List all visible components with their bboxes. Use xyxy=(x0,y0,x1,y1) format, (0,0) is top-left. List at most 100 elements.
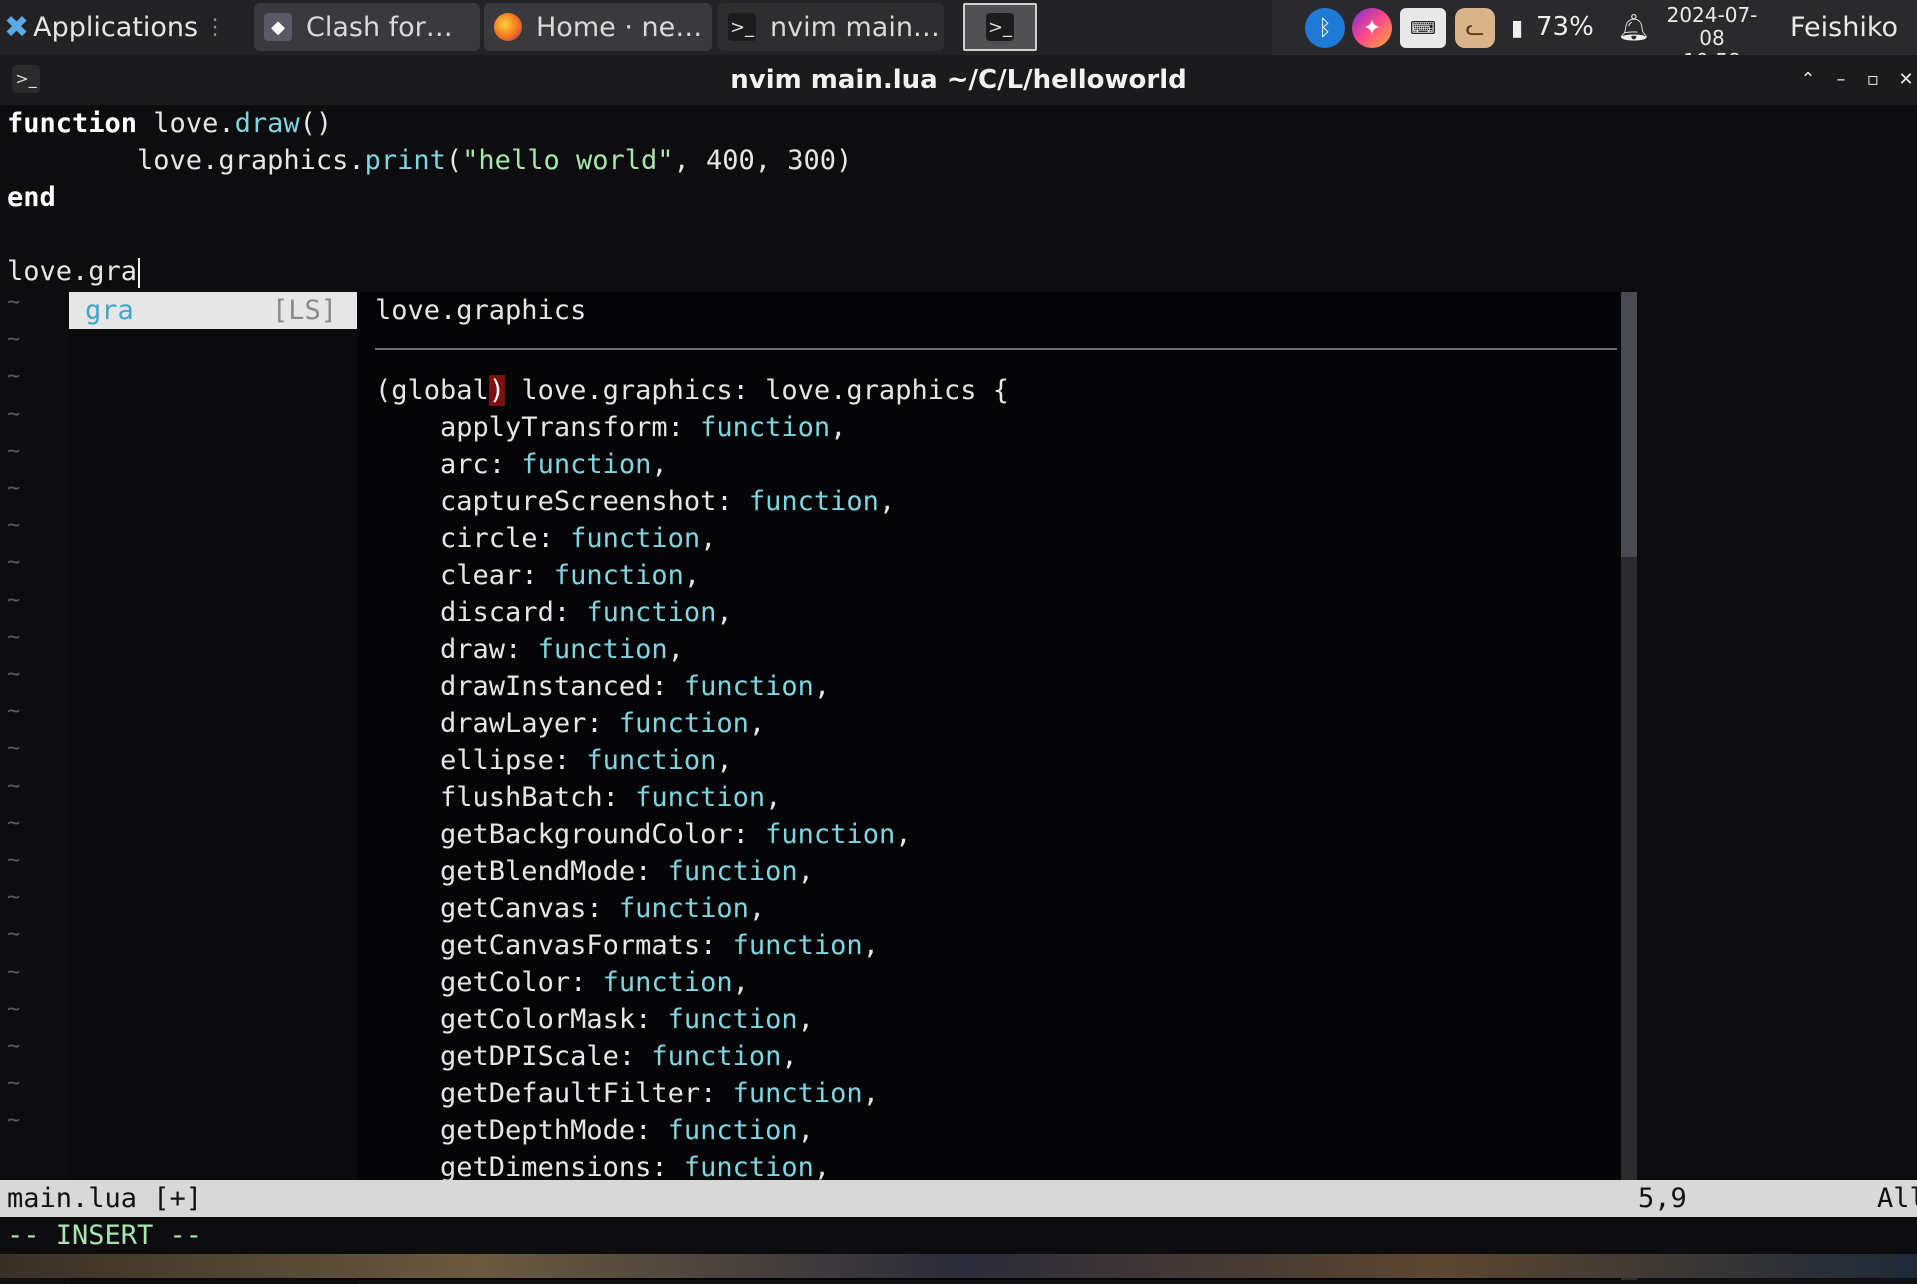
field-comma: , xyxy=(765,782,782,813)
doc-field-line: circle: function, xyxy=(375,520,1615,557)
command-line[interactable]: -- INSERT -- xyxy=(0,1217,1917,1254)
function-name: draw xyxy=(234,108,300,139)
tilde-marker: ~ xyxy=(7,736,21,762)
tilde-marker: ~ xyxy=(7,476,21,501)
keyword: end xyxy=(7,182,56,213)
field-colon: : xyxy=(553,597,587,628)
matched-paren: ) xyxy=(488,375,506,406)
field-colon: : xyxy=(618,1041,652,1072)
field-comma: , xyxy=(862,930,879,961)
maximize-button[interactable]: ▫ xyxy=(1860,67,1886,93)
tilde-marker: ~ xyxy=(7,810,21,836)
field-colon: : xyxy=(700,930,733,961)
field-colon: : xyxy=(521,560,554,591)
tilde-marker: ~ xyxy=(7,773,21,799)
tilde-marker: ~ xyxy=(7,1034,21,1059)
xfce-logo-icon: ✖ xyxy=(4,10,30,45)
tilde-marker: ~ xyxy=(7,885,21,911)
user-menu[interactable]: Feishiko xyxy=(1790,0,1898,55)
field-colon: : xyxy=(553,745,587,776)
terminal-icon: >_ xyxy=(728,13,756,41)
field-type: function xyxy=(700,412,831,443)
nvim-editor[interactable]: function love.draw() love.graphics.print… xyxy=(0,105,1917,1284)
keyword: function xyxy=(7,108,138,139)
notification-bell-icon[interactable]: 🔔︎ xyxy=(1614,8,1654,48)
taskbar-item-nvim[interactable]: >_ nvim main… xyxy=(718,3,944,51)
cat-icon[interactable]: ᓚ xyxy=(1455,8,1495,48)
keyboard-icon[interactable]: ⌨ xyxy=(1400,8,1446,48)
tilde-marker: ~ xyxy=(7,662,21,687)
window-title: nvim main.lua ~/C/L/helloworld xyxy=(730,65,1187,95)
doc-scrollbar[interactable] xyxy=(1621,292,1637,1280)
field-type: function xyxy=(667,1115,798,1146)
flameshot-icon[interactable]: ✦ xyxy=(1352,8,1392,48)
field-type: function xyxy=(732,1078,863,1109)
shade-button[interactable]: ⌃ xyxy=(1795,67,1821,93)
bluetooth-icon[interactable]: ᛒ xyxy=(1305,8,1345,48)
tilde-marker: ~ xyxy=(7,438,21,464)
field-name: clear xyxy=(440,560,522,591)
field-name: arc xyxy=(440,449,489,480)
field-name: draw xyxy=(440,634,506,665)
taskbar-item-clash[interactable]: ◆ Clash for… xyxy=(254,3,480,51)
doc-field-line: drawInstanced: function, xyxy=(375,668,1615,705)
tilde-marker: ~ xyxy=(7,290,21,315)
code-line-1: function love.draw() xyxy=(7,105,332,142)
field-comma: , xyxy=(748,708,766,739)
taskbar-item-label: Home · ne… xyxy=(536,11,703,43)
tilde-marker: ~ xyxy=(7,1108,21,1134)
tilde-marker: ~ xyxy=(7,587,21,613)
doc-field-line: getDefaultFilter: function, xyxy=(375,1075,1615,1112)
doc-field-line: getBackgroundColor: function, xyxy=(375,816,1615,853)
field-colon: : xyxy=(570,967,603,998)
doc-header-line: (global) love.graphics: love.graphics { xyxy=(375,372,1615,409)
code-text: ( xyxy=(445,145,463,176)
code-line-2: love.graphics.print("hello world", 400, … xyxy=(7,142,852,179)
doc-field-line: getCanvas: function, xyxy=(375,890,1615,927)
close-button[interactable]: ✕ xyxy=(1893,67,1917,93)
field-type: function xyxy=(553,560,684,591)
completion-menu-item[interactable]: gra [LS] xyxy=(69,292,357,329)
minimize-button[interactable]: – xyxy=(1828,67,1854,93)
clash-icon: ◆ xyxy=(264,13,292,41)
tilde-marker: ~ xyxy=(7,327,21,353)
field-name: applyTransform xyxy=(440,412,668,443)
doc-scrollbar-thumb[interactable] xyxy=(1621,292,1637,557)
doc-title: love.graphics xyxy=(375,295,587,326)
applications-label: Applications xyxy=(33,12,199,43)
tilde-marker: ~ xyxy=(7,699,21,725)
field-type: function xyxy=(618,708,749,739)
battery-icon[interactable]: ▮ xyxy=(1502,8,1532,48)
separator-handle-icon: ⋮ xyxy=(204,15,227,40)
doc-divider xyxy=(375,348,1617,350)
field-colon: : xyxy=(700,1078,733,1109)
window-titlebar[interactable]: >_ nvim main.lua ~/C/L/helloworld ⌃ – ▫ … xyxy=(0,55,1917,105)
field-name: captureScreenshot xyxy=(440,486,717,517)
status-cursor-position: 5,9 xyxy=(1638,1183,1687,1214)
taskbar-active-terminal[interactable]: >_ xyxy=(963,3,1037,51)
field-type: function xyxy=(537,634,668,665)
doc-text: (global xyxy=(375,375,489,406)
tilde-marker: ~ xyxy=(7,401,21,427)
field-type: function xyxy=(651,1041,782,1072)
field-type: function xyxy=(586,597,717,628)
tilde-marker: ~ xyxy=(7,996,21,1022)
field-colon: : xyxy=(635,1004,668,1035)
status-scroll: All xyxy=(1877,1183,1917,1214)
field-name: drawInstanced xyxy=(440,671,652,702)
field-colon: : xyxy=(586,708,619,739)
tilde-marker: ~ xyxy=(7,959,21,985)
doc-field-line: flushBatch: function, xyxy=(375,779,1615,816)
field-type: function xyxy=(683,671,814,702)
field-name: getCanvasFormats xyxy=(440,930,701,961)
field-comma: , xyxy=(683,560,701,591)
applications-menu[interactable]: ✖ Applications ⋮ xyxy=(0,0,226,55)
documentation-popup[interactable]: love.graphics (global) love.graphics: lo… xyxy=(357,292,1637,1280)
field-type: function xyxy=(667,856,798,887)
completion-item-label: gra xyxy=(85,295,134,326)
field-name: getColor xyxy=(440,967,571,998)
field-type: function xyxy=(667,1004,798,1035)
field-comma: , xyxy=(830,412,847,443)
field-comma: , xyxy=(813,1152,831,1183)
taskbar-item-firefox[interactable]: Home · ne… xyxy=(484,3,712,51)
